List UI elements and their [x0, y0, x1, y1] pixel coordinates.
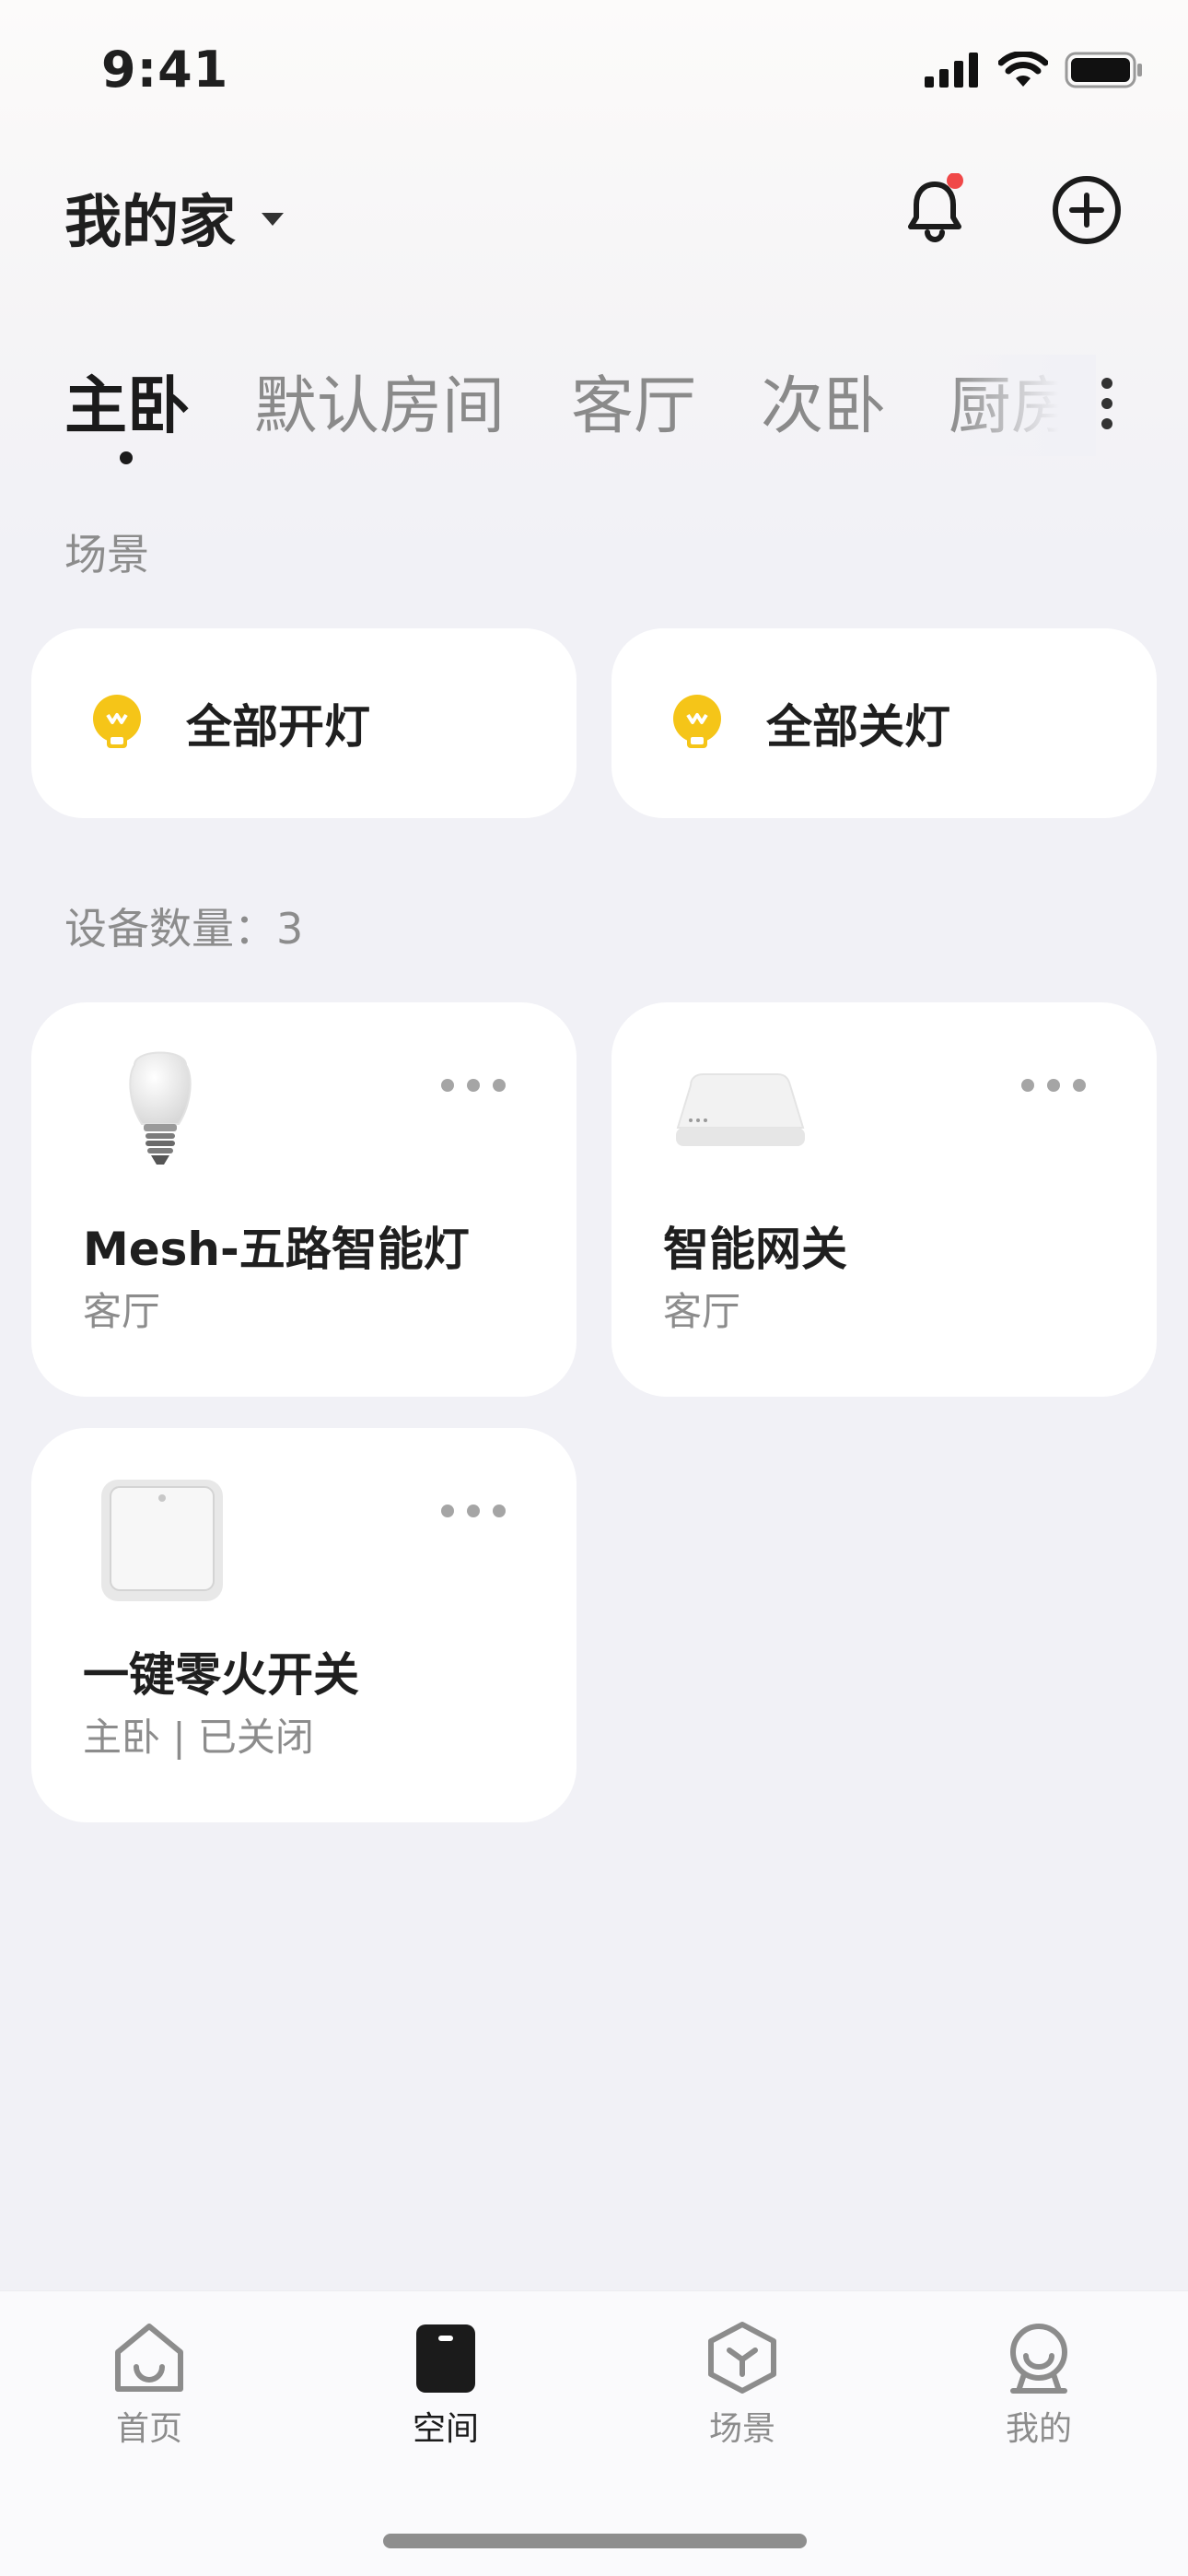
- cellular-signal-icon: [925, 53, 978, 88]
- nav-label: 首页: [115, 2410, 182, 2448]
- tab-master-bedroom[interactable]: 主卧: [64, 355, 190, 446]
- nav-label: 我的: [1005, 2410, 1072, 2448]
- nav-profile[interactable]: 我的: [947, 2319, 1131, 2450]
- scene-label: 全部关灯: [766, 700, 950, 754]
- wifi-icon: [998, 52, 1048, 87]
- room-tabs: 主卧 默认房间 客厅 次卧 厨房: [64, 355, 1096, 456]
- scenes-section-label: 场景: [64, 530, 149, 580]
- device-card-smart-light[interactable]: Mesh-五路智能灯 客厅: [31, 1002, 577, 1397]
- light-bulb-device-icon: [129, 1051, 192, 1165]
- notification-dot: [947, 173, 963, 189]
- nav-label: 空间: [412, 2410, 479, 2448]
- battery-icon: [1065, 52, 1142, 88]
- active-tab-indicator: [120, 451, 133, 464]
- device-card-gateway[interactable]: 智能网关 客厅: [611, 1002, 1157, 1397]
- caret-down-icon: [262, 213, 285, 226]
- scene-label: 全部开灯: [186, 700, 370, 754]
- tab-living-room[interactable]: 客厅: [571, 355, 696, 446]
- add-icon[interactable]: [1050, 173, 1124, 247]
- nav-scene[interactable]: 场景: [650, 2319, 834, 2450]
- home-selector[interactable]: 我的家: [64, 175, 285, 258]
- bulb-icon: [673, 695, 721, 748]
- profile-icon: [1010, 2324, 1067, 2394]
- nav-home[interactable]: 首页: [57, 2319, 241, 2450]
- home-icon: [115, 2324, 183, 2392]
- status-icons: [925, 52, 1144, 88]
- device-name: 一键零火开关: [83, 1648, 359, 1702]
- device-room: 客厅: [83, 1289, 161, 1334]
- device-name: 智能网关: [663, 1223, 847, 1276]
- device-card-wall-switch[interactable]: 一键零火开关 主卧 | 已关闭: [31, 1428, 577, 1822]
- scene-card-all-off[interactable]: 全部关灯: [611, 628, 1157, 818]
- nav-label: 场景: [708, 2410, 775, 2448]
- device-count-label: 设备数量：3: [64, 904, 304, 954]
- bulb-icon: [93, 695, 141, 748]
- more-vertical-icon[interactable]: [1096, 376, 1118, 431]
- more-options-icon[interactable]: [1020, 1078, 1087, 1093]
- device-room-status: 主卧 | 已关闭: [83, 1715, 314, 1760]
- status-time: 9:41: [101, 41, 229, 99]
- home-name: 我的家: [64, 188, 237, 255]
- device-room: 客厅: [663, 1289, 741, 1334]
- tabs-fade: [949, 355, 1096, 456]
- home-indicator: [383, 2534, 807, 2548]
- nav-space[interactable]: 空间: [354, 2319, 538, 2450]
- more-options-icon[interactable]: [440, 1078, 507, 1093]
- device-name: Mesh-五路智能灯: [83, 1223, 470, 1276]
- scene-icon: [708, 2322, 776, 2394]
- bell-icon[interactable]: [898, 173, 972, 247]
- space-icon: [416, 2324, 475, 2393]
- tab-second-bedroom[interactable]: 次卧: [761, 355, 886, 446]
- scene-card-all-on[interactable]: 全部开灯: [31, 628, 577, 818]
- tab-default-room[interactable]: 默认房间: [254, 355, 505, 446]
- gateway-device-icon: [676, 1073, 805, 1146]
- wall-switch-device-icon: [101, 1480, 223, 1601]
- more-options-icon[interactable]: [440, 1504, 507, 1518]
